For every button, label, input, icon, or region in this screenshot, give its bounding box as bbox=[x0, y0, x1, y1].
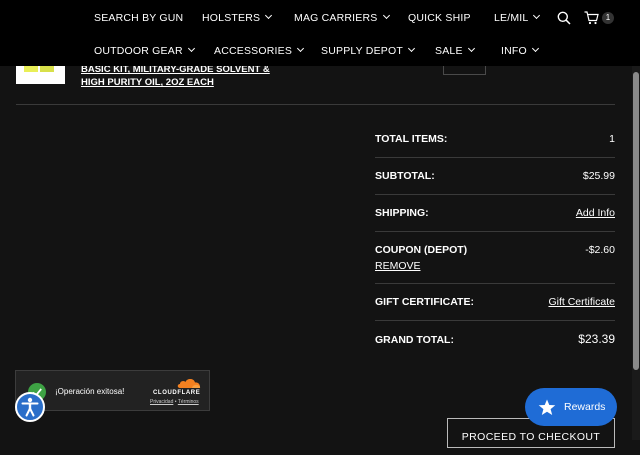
total-items-label: TOTAL ITEMS: bbox=[375, 133, 448, 145]
nav-sale[interactable]: SALE bbox=[435, 44, 475, 57]
nav-label: SALE bbox=[435, 45, 463, 57]
subtotal-row: SUBTOTAL: $25.99 bbox=[375, 158, 615, 195]
chevron-down-icon bbox=[297, 44, 305, 53]
scrollbar-thumb[interactable] bbox=[633, 72, 639, 370]
nav-mag-carriers[interactable]: MAG CARRIERS bbox=[294, 11, 390, 24]
coupon-row: COUPON (DEPOT) -$2.60 REMOVE bbox=[375, 232, 615, 284]
nav-label: HOLSTERS bbox=[202, 12, 261, 24]
coupon-label: COUPON (DEPOT) bbox=[375, 244, 468, 256]
rewards-label: Rewards bbox=[564, 401, 606, 413]
accessibility-icon bbox=[21, 397, 39, 417]
nav-label: SEARCH BY GUN bbox=[94, 12, 184, 24]
product-name-line: HIGH PURITY OIL, 2OZ EACH bbox=[81, 77, 214, 88]
nav-supply-depot[interactable]: SUPPLY DEPOT bbox=[321, 44, 416, 57]
divider bbox=[16, 104, 615, 105]
star-icon bbox=[538, 399, 556, 415]
nav-label: LE/MIL bbox=[494, 12, 529, 24]
main-navigation: SEARCH BY GUN HOLSTERS MAG CARRIERS QUIC… bbox=[0, 0, 640, 66]
rewards-button[interactable]: Rewards bbox=[525, 388, 617, 426]
nav-label: OUTDOOR GEAR bbox=[94, 45, 183, 57]
shipping-label: SHIPPING: bbox=[375, 207, 429, 219]
cloudflare-brand: CLOUDFLARE bbox=[153, 390, 201, 396]
chevron-down-icon bbox=[407, 44, 416, 53]
chevron-down-icon bbox=[265, 11, 273, 20]
nav-le-mil[interactable]: LE/MIL bbox=[494, 11, 541, 24]
cart-icon[interactable] bbox=[584, 11, 599, 25]
cloudflare-logo-icon bbox=[177, 379, 201, 388]
terms-link[interactable]: Términos bbox=[178, 399, 199, 405]
total-items-row: TOTAL ITEMS: 1 bbox=[375, 121, 615, 158]
nav-accessories[interactable]: ACCESSORIES bbox=[214, 44, 305, 57]
gift-certificate-row: GIFT CERTIFICATE: Gift Certificate bbox=[375, 284, 615, 321]
chevron-down-icon bbox=[382, 11, 390, 20]
privacy-link[interactable]: Privacidad bbox=[150, 399, 173, 405]
coupon-value: -$2.60 bbox=[585, 244, 615, 256]
cart-count-badge: 1 bbox=[602, 12, 614, 24]
nav-holsters[interactable]: HOLSTERS bbox=[202, 11, 273, 24]
nav-label: INFO bbox=[501, 45, 527, 57]
shipping-row: SHIPPING: Add Info bbox=[375, 195, 615, 232]
nav-quick-ship[interactable]: QUICK SHIP bbox=[408, 12, 471, 24]
total-items-value: 1 bbox=[609, 133, 615, 145]
chevron-down-icon bbox=[187, 44, 195, 53]
nav-label: SUPPLY DEPOT bbox=[321, 45, 403, 57]
nav-label: ACCESSORIES bbox=[214, 45, 293, 57]
subtotal-value: $25.99 bbox=[582, 170, 615, 182]
product-image-detail bbox=[40, 66, 54, 72]
accessibility-button[interactable] bbox=[15, 392, 45, 422]
grand-total-value: $23.39 bbox=[578, 332, 615, 346]
gift-certificate-link[interactable]: Gift Certificate bbox=[548, 296, 615, 308]
subtotal-label: SUBTOTAL: bbox=[375, 170, 435, 182]
nav-label: QUICK SHIP bbox=[408, 12, 471, 24]
product-image-detail bbox=[24, 66, 38, 72]
nav-info[interactable]: INFO bbox=[501, 44, 539, 57]
grand-total-label: GRAND TOTAL: bbox=[375, 334, 454, 346]
gift-certificate-label: GIFT CERTIFICATE: bbox=[375, 296, 474, 308]
nav-label: MAG CARRIERS bbox=[294, 12, 378, 24]
grand-total-row: GRAND TOTAL: $23.39 bbox=[375, 321, 615, 361]
nav-search-by-gun[interactable]: SEARCH BY GUN bbox=[94, 12, 183, 24]
add-shipping-info-link[interactable]: Add Info bbox=[576, 207, 615, 219]
nav-outdoor-gear[interactable]: OUTDOOR GEAR bbox=[94, 44, 195, 57]
cloudflare-legal-links: Privacidad • Términos bbox=[150, 399, 199, 405]
remove-coupon-link[interactable]: REMOVE bbox=[375, 260, 421, 272]
chevron-down-icon bbox=[533, 11, 541, 20]
chevron-down-icon bbox=[467, 44, 475, 53]
search-icon[interactable] bbox=[557, 11, 571, 25]
verification-message: ¡Operación exitosa! bbox=[55, 387, 125, 396]
chevron-down-icon bbox=[531, 44, 539, 53]
product-name-link[interactable]: BASIC KIT, MILITARY-GRADE SOLVENT & HIGH… bbox=[81, 63, 301, 89]
